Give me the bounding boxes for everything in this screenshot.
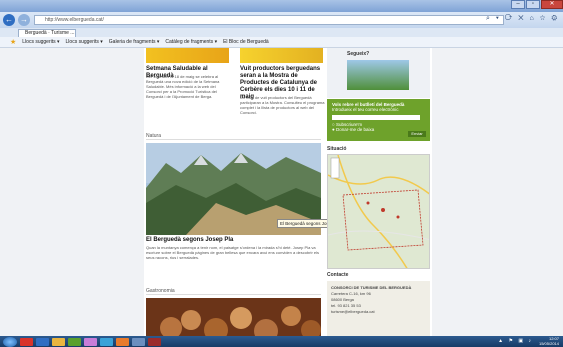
start-button[interactable]: [3, 336, 17, 347]
favorite-item[interactable]: Llocs suggerits ▾: [22, 39, 59, 45]
close-button[interactable]: ✕: [541, 0, 563, 9]
promo-label: Segueix?: [347, 51, 370, 57]
favorite-item[interactable]: El Bloc de Berguedà: [223, 39, 269, 45]
navigation-bar: ← → http://www.elbergueda.cat/ ⌕ ▾ ⟳ ✕ ⌂…: [0, 12, 563, 28]
section-heading: Natura: [146, 133, 321, 140]
browser-toolbar-icons[interactable]: ⌕ ▾ ⟳ ✕ ⌂ ☆ ⚙: [486, 15, 559, 23]
map-illustration: [328, 155, 429, 268]
taskbar-app-icon[interactable]: [68, 337, 81, 346]
article-text: Quan la muntanya comença a tenir nom, el…: [146, 245, 319, 260]
food-photo[interactable]: [146, 298, 321, 336]
article-text: Un total de vuit productors del Berguedà…: [240, 95, 325, 115]
map-heading: Situació: [327, 146, 347, 152]
article-image[interactable]: [240, 48, 323, 63]
taskbar-app-icon[interactable]: [84, 337, 97, 346]
tab-title: Berguedà · Turisme ...: [25, 30, 75, 36]
article-title[interactable]: El Berguedà segons Josep Pla: [146, 237, 321, 244]
web-page: Setmana Saludable al Berguedà Del 10 d'a…: [144, 48, 432, 336]
sidebar: Segueix? Vols rebre el butlletí del Berg…: [327, 48, 430, 336]
section-heading: Gastronomia: [146, 288, 321, 295]
taskbar-app-icon[interactable]: [52, 337, 65, 346]
food-illustration: [146, 298, 321, 336]
favorite-item[interactable]: Llocs suggerits ▾: [66, 39, 103, 45]
maximize-button[interactable]: ▫: [526, 0, 540, 9]
email-field[interactable]: [332, 115, 420, 120]
taskbar-app-icon[interactable]: [36, 337, 49, 346]
window-titlebar: – ▫ ✕: [0, 0, 563, 12]
promo-box[interactable]: Segueix?: [327, 48, 430, 98]
newsletter-subtitle: Introdueix el teu correu electrònic: [332, 107, 399, 112]
favorite-item[interactable]: Galeria de fragments ▾: [109, 39, 160, 45]
contact-heading: Contacte: [327, 272, 349, 278]
system-clock[interactable]: 12:07 15/05/2014: [538, 336, 559, 346]
browser-tab[interactable]: Berguedà · Turisme ...: [18, 29, 76, 37]
taskbar: ▲ ⚑ ▣ ♪ 12:07 15/05/2014: [0, 336, 563, 347]
article-image[interactable]: [146, 48, 229, 63]
address-bar[interactable]: http://www.elbergueda.cat/: [34, 15, 504, 25]
taskbar-app-icon[interactable]: [132, 337, 145, 346]
back-icon[interactable]: ←: [3, 14, 15, 26]
article-text: Del 10 d'abril al 18 de maig se celebra …: [146, 74, 220, 99]
minimize-button[interactable]: –: [511, 0, 525, 9]
favorite-item[interactable]: Catàleg de fragments ▾: [165, 39, 217, 45]
forward-icon[interactable]: →: [18, 14, 30, 26]
send-button[interactable]: Enviar: [408, 131, 426, 137]
location-map[interactable]: [327, 154, 430, 269]
taskbar-app-icon[interactable]: [148, 337, 161, 346]
taskbar-app-icon[interactable]: [100, 337, 113, 346]
taskbar-app-icon[interactable]: [116, 337, 129, 346]
favorites-bar: ★ Llocs suggerits ▾ Llocs suggerits ▾ Ga…: [0, 37, 563, 48]
newsletter-box: Vols rebre el butlletí del Berguedà Intr…: [327, 99, 430, 141]
tab-bar: Berguedà · Turisme ...: [0, 28, 563, 37]
system-tray-icons[interactable]: ▲ ⚑ ▣ ♪: [498, 338, 533, 344]
clock-date: 15/05/2014: [538, 340, 559, 346]
contact-email[interactable]: turisme@elbergueda.cat: [331, 309, 426, 315]
taskbar-app-icon[interactable]: [20, 337, 33, 346]
window-controls: – ▫ ✕: [510, 0, 563, 10]
promo-image[interactable]: [347, 60, 409, 90]
contact-box: CONSORCI DE TURISME DEL BERGUEDÀ Carrete…: [327, 281, 430, 336]
star-icon[interactable]: ★: [10, 38, 16, 46]
unsubscribe-label: Donar-me de baixa: [335, 127, 375, 132]
